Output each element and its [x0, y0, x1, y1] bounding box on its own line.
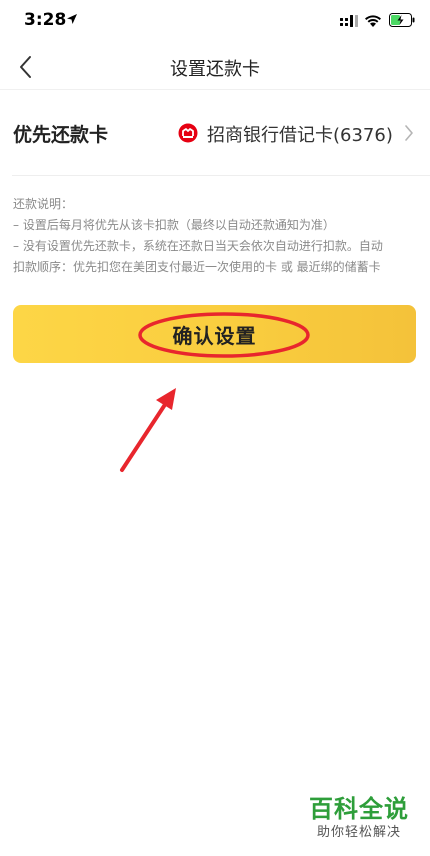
priority-card-label: 优先还款卡: [13, 124, 109, 146]
battery-charging-icon: [389, 13, 415, 27]
highlight-ellipse-annotation: [138, 312, 310, 358]
nav-bar: 设置还款卡: [0, 44, 430, 90]
wifi-icon: [365, 15, 381, 27]
row-divider: [12, 175, 430, 176]
page-title: 设置还款卡: [170, 59, 260, 80]
repayment-notes: 还款说明： – 设置后每月将优先从该卡扣款（最终以自动还款通知为准） – 没有设…: [13, 194, 421, 278]
notes-line: – 没有设置优先还款卡，系统在还款日当天会依次自动进行扣款。自动: [13, 239, 383, 253]
watermark-title: 百科全说: [309, 795, 409, 823]
location-arrow-icon: [67, 14, 77, 24]
cellular-signal-icon: [340, 15, 358, 27]
red-arrow-annotation: [120, 388, 176, 472]
notes-line: – 设置后每月将优先从该卡扣款（最终以自动还款通知为准）: [13, 218, 335, 232]
status-time: 3:28: [24, 10, 67, 30]
notes-heading: 还款说明：: [13, 197, 74, 211]
cmb-bank-logo-icon: [178, 123, 198, 143]
watermark-logo: 百科全说 助你轻松解决: [304, 794, 414, 842]
watermark-subtitle: 助你轻松解决: [316, 825, 401, 840]
selected-card-value: 招商银行借记卡(6376): [207, 125, 393, 146]
notes-line: 扣款顺序：优先扣您在美团支付最近一次使用的卡 或 最近绑的储蓄卡: [13, 260, 381, 274]
chevron-right-icon: [405, 125, 413, 141]
priority-card-row[interactable]: 优先还款卡 招商银行借记卡(6376): [0, 92, 430, 176]
status-bar: 3:28: [0, 0, 430, 44]
